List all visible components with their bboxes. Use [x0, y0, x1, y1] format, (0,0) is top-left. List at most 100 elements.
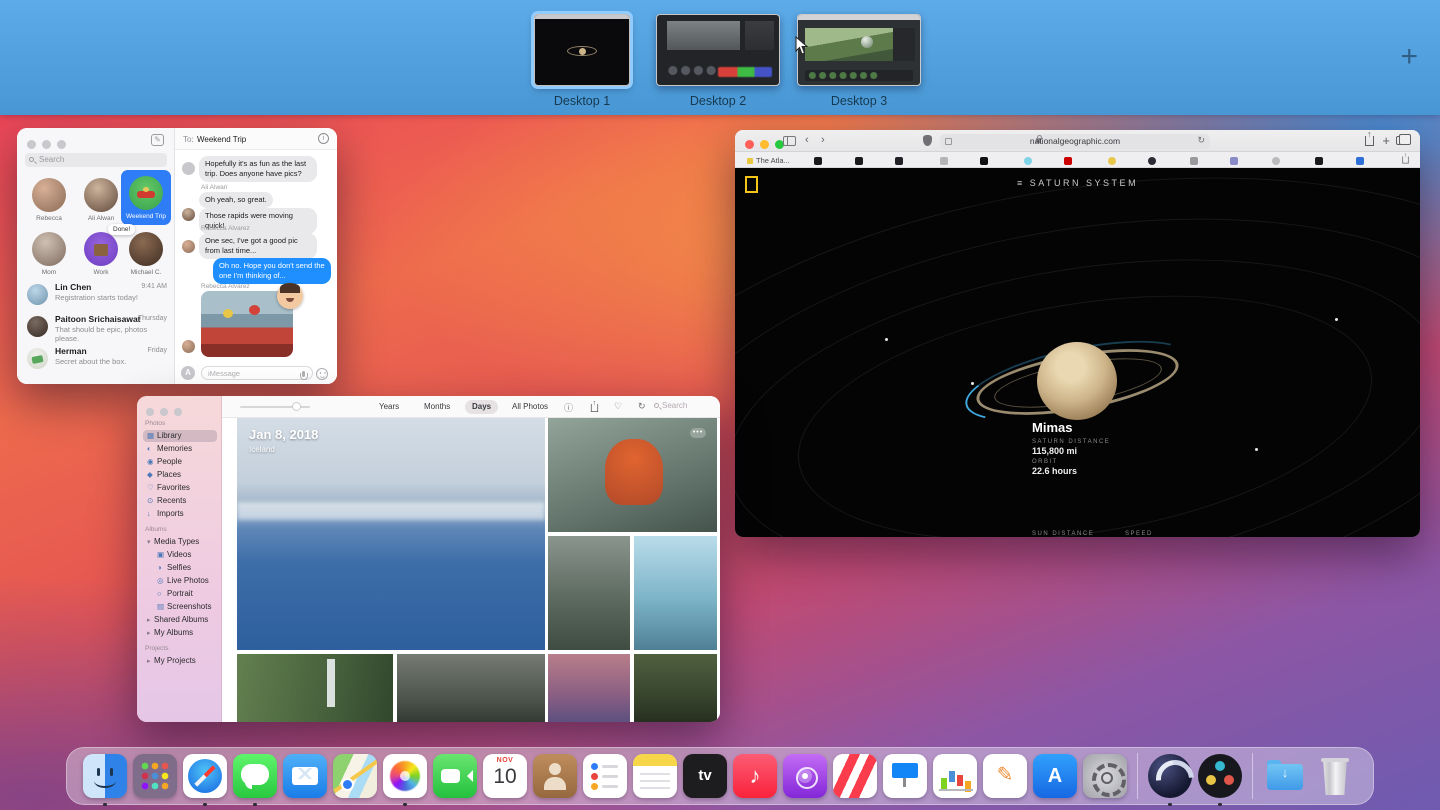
forward-icon[interactable]: › [821, 134, 825, 146]
sidebar-item-screenshots[interactable]: ▤Screenshots [143, 601, 217, 613]
dock-reminders[interactable] [583, 754, 627, 798]
favorite-icon[interactable]: ♡ [614, 401, 622, 412]
conversation-paitoon[interactable]: Paitoon Srichaisawat Thursday That shoul… [23, 312, 169, 343]
desktop-3-thumbnail[interactable]: Desktop 3 [797, 14, 921, 108]
share-icon[interactable] [1402, 157, 1408, 164]
sidebar-item-favorites[interactable]: ♡Favorites [143, 482, 217, 494]
dock-mail[interactable] [283, 754, 327, 798]
imessage-input[interactable]: iMessage [201, 366, 313, 380]
dock-safari[interactable] [183, 754, 227, 798]
dock-cinema-4d[interactable] [1148, 754, 1192, 798]
emoji-icon[interactable] [316, 368, 328, 380]
favorite-the-atlantic[interactable]: The Atla... [747, 156, 790, 165]
dock-launchpad[interactable] [133, 754, 177, 798]
sidebar-item-media-types[interactable]: ▾Media Types [143, 536, 217, 548]
sidebar-item-imports[interactable]: ↓Imports [143, 508, 217, 520]
minimize-button[interactable] [760, 140, 769, 149]
pinned-rebecca[interactable]: Rebecca [24, 178, 74, 222]
dock-pages[interactable]: ✎ [983, 754, 1027, 798]
favicon[interactable] [1272, 157, 1280, 165]
dock-podcasts[interactable] [783, 754, 827, 798]
share-icon[interactable] [1365, 136, 1374, 146]
sidebar-item-portrait[interactable]: ○Portrait [143, 588, 217, 600]
conversation-herman[interactable]: Herman Friday Secret about the box. [23, 344, 169, 375]
tab-overview-icon[interactable] [1396, 136, 1406, 145]
dock-tv[interactable]: tv [683, 754, 727, 798]
moon-dot[interactable] [885, 338, 888, 341]
apps-icon[interactable]: A [181, 366, 195, 380]
slider-knob[interactable] [292, 402, 301, 411]
favicon[interactable] [980, 157, 988, 165]
dock-app-store[interactable]: A [1033, 754, 1077, 798]
dock-keynote[interactable] [883, 754, 927, 798]
moon-dot[interactable] [1335, 318, 1338, 321]
add-desktop-button[interactable]: + [1400, 40, 1418, 74]
photo-sunset-river[interactable] [548, 654, 630, 722]
messages-window[interactable]: ✎ Search Rebecca Ali Alwan Weekend Trip … [17, 128, 337, 384]
sidebar-item-my-projects[interactable]: ▸My Projects [143, 655, 217, 667]
sidebar-item-selfies[interactable]: ◑Selfies [143, 562, 217, 574]
privacy-shield-icon[interactable] [923, 135, 932, 146]
photos-window[interactable]: Photos ▦Library ◐Memories ◉People ◆Place… [137, 396, 720, 722]
favicon[interactable] [1356, 157, 1364, 165]
tab-years[interactable]: Years [372, 400, 406, 414]
safari-window[interactable]: ‹ › nationalgeographic.com ↻ + The Atla.… [735, 130, 1420, 537]
desktop-2-thumbnail[interactable]: Desktop 2 [656, 14, 780, 108]
sidebar-item-videos[interactable]: ▣Videos [143, 549, 217, 561]
dock-system-preferences[interactable] [1083, 754, 1127, 798]
close-button[interactable] [146, 408, 154, 416]
favicon[interactable] [940, 157, 948, 165]
back-icon[interactable]: ‹ [805, 134, 809, 146]
tab-months[interactable]: Months [417, 400, 457, 414]
favicon[interactable] [1315, 157, 1323, 165]
moon-dot[interactable] [1255, 448, 1258, 451]
menu-icon[interactable]: ≡ [1017, 178, 1025, 188]
dock-maps[interactable] [333, 754, 377, 798]
sidebar-item-people[interactable]: ◉People [143, 456, 217, 468]
dock-contacts[interactable] [533, 754, 577, 798]
favicon[interactable] [1064, 157, 1072, 165]
sidebar-item-places[interactable]: ◆Places [143, 469, 217, 481]
favicon[interactable] [855, 157, 863, 165]
dock-music[interactable]: ♪ [733, 754, 777, 798]
dock-messages[interactable] [233, 754, 277, 798]
dock-downloads[interactable] [1263, 754, 1307, 798]
favicon[interactable] [1148, 157, 1156, 165]
favicon[interactable] [1230, 157, 1238, 165]
tab-all-photos[interactable]: All Photos [505, 400, 555, 414]
thumbnail-size-slider[interactable] [240, 406, 310, 408]
sidebar-item-recents[interactable]: ⊙Recents [143, 495, 217, 507]
pinned-ali-alwan[interactable]: Ali Alwan [76, 178, 126, 222]
photo-cascade-falls[interactable] [634, 536, 717, 650]
zoom-button[interactable] [57, 140, 66, 149]
sidebar-item-my-albums[interactable]: ▸My Albums [143, 627, 217, 639]
tab-days[interactable]: Days [465, 400, 498, 414]
favicon[interactable] [895, 157, 903, 165]
desktop-1-thumbnail[interactable]: Desktop 1 [534, 14, 630, 108]
dock-finder[interactable] [83, 754, 127, 798]
sidebar-item-library[interactable]: ▦Library [143, 430, 217, 442]
messages-search-input[interactable]: Search [25, 153, 167, 167]
dictation-icon[interactable] [300, 371, 306, 380]
zoom-button[interactable] [174, 408, 182, 416]
dock-calendar[interactable]: NOV10 [483, 754, 527, 798]
compose-icon[interactable]: ✎ [151, 134, 164, 146]
photo-family-selfie[interactable] [397, 654, 545, 722]
favicon[interactable] [1190, 157, 1198, 165]
pinned-michael-c[interactable]: Michael C. [121, 232, 171, 276]
pinned-work[interactable]: Done! Work [76, 232, 126, 276]
info-icon[interactable]: ⓘ [564, 401, 573, 414]
photos-search-input[interactable]: Search [654, 401, 712, 410]
share-icon[interactable] [591, 404, 598, 412]
pinned-mom[interactable]: Mom [24, 232, 74, 276]
dock-facetime[interactable] [433, 754, 477, 798]
reload-icon[interactable]: ↻ [1197, 135, 1205, 146]
dock-notes[interactable] [633, 754, 677, 798]
favicon[interactable] [814, 157, 822, 165]
address-bar[interactable]: nationalgeographic.com ↻ [940, 134, 1210, 149]
minimize-button[interactable] [160, 408, 168, 416]
dock-news[interactable] [833, 754, 877, 798]
sidebar-item-memories[interactable]: ◐Memories [143, 443, 217, 455]
messages-window-controls[interactable] [27, 136, 72, 154]
photos-window-controls[interactable] [146, 403, 188, 421]
